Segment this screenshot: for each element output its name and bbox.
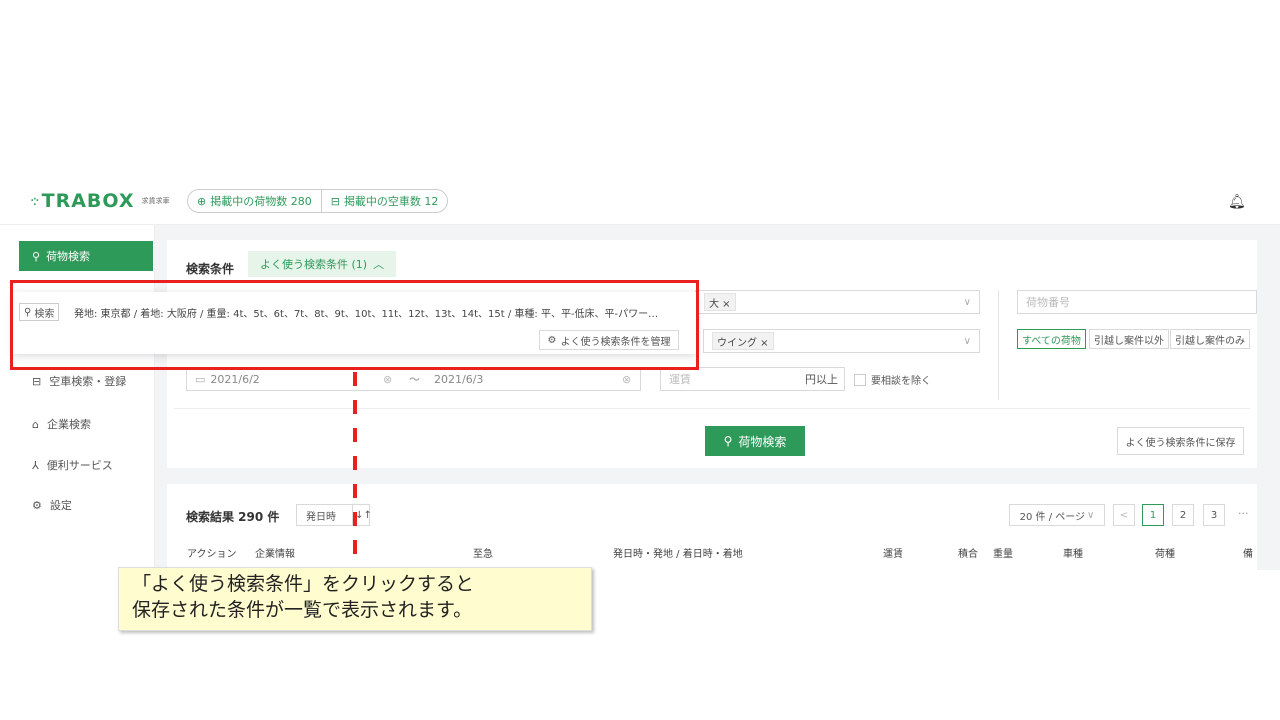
sidebar xyxy=(0,225,155,570)
column-header: 積合 xyxy=(958,549,978,560)
highlight-box xyxy=(10,280,699,370)
truck-count-label: 掲載中の空車数 12 xyxy=(343,195,439,208)
saved-conditions-label: よく使う検索条件 (1) xyxy=(260,258,368,271)
callout-line-1: 「よく使う検索条件」をクリックすると xyxy=(132,573,475,595)
bell-icon[interactable]: 🔔︎ xyxy=(1228,194,1246,210)
filter-moving-only[interactable]: 引越し案件のみ xyxy=(1170,329,1250,349)
search-conditions-title: 検索条件 xyxy=(186,262,235,276)
divider xyxy=(998,290,999,400)
exclude-negotiable-checkbox[interactable]: 要相談を除く xyxy=(854,372,931,387)
column-header: 至急 xyxy=(473,549,493,560)
logo-mark-icon: ·:· xyxy=(30,193,40,209)
date-to: 2021/6/3 xyxy=(434,372,484,386)
column-header: 備 xyxy=(1243,549,1253,560)
page-3-button[interactable]: 3 xyxy=(1203,504,1225,526)
per-page-select[interactable]: 20 件 / ページ ∨ xyxy=(1009,504,1105,526)
prev-page-button[interactable]: < xyxy=(1113,504,1135,526)
chevron-down-icon: ∨ xyxy=(963,335,971,347)
logo-subtext: 求貨求車 xyxy=(141,197,170,205)
save-conditions-button[interactable]: よく使う検索条件に保存 xyxy=(1117,427,1244,455)
clear-icon[interactable]: ⊗ xyxy=(383,373,392,386)
sort-label: 発日時 xyxy=(306,511,336,523)
search-icon: ⚲ xyxy=(723,434,733,448)
date-from: 2021/6/2 xyxy=(210,372,260,386)
truck-size-select[interactable]: 大 × ∨ xyxy=(695,290,980,314)
body-tag[interactable]: ウイング × xyxy=(712,332,774,350)
search-button-label: 荷物検索 xyxy=(738,434,787,449)
per-page-label: 20 件 / ページ xyxy=(1019,511,1086,523)
column-header: 荷種 xyxy=(1155,549,1175,560)
clear-icon[interactable]: ⊗ xyxy=(622,373,631,386)
saved-conditions-tab[interactable]: よく使う検索条件 (1) ︿ xyxy=(248,251,397,277)
filter-all-cargo[interactable]: すべての荷物 xyxy=(1017,329,1086,349)
chevron-down-icon: ∨ xyxy=(963,296,971,308)
sidebar-item-settings[interactable]: ⚙ 設定 xyxy=(32,497,72,513)
truck-icon: ⊟ xyxy=(330,194,340,208)
app-root: ·:· TRABOX 求貨求車 ⊕ 掲載中の荷物数 280 ⊟ 掲載中の空車数 … xyxy=(0,0,1280,720)
date-separator: ～ xyxy=(409,373,420,386)
checkbox-box xyxy=(854,373,866,386)
cargo-number-input[interactable]: 荷物番号 xyxy=(1017,290,1257,314)
size-tag[interactable]: 大 × xyxy=(704,293,736,311)
exclude-negotiable-label: 要相談を除く xyxy=(871,376,931,387)
column-header: 運賃 xyxy=(883,549,903,560)
filter-exclude-moving[interactable]: 引越し案件以外 xyxy=(1089,329,1169,349)
column-header: 企業情報 xyxy=(255,549,295,560)
column-header: 車種 xyxy=(1063,549,1083,560)
page-2-button[interactable]: 2 xyxy=(1172,504,1194,526)
home-icon: ⌂ xyxy=(32,417,39,431)
page-1-button[interactable]: 1 xyxy=(1142,504,1164,526)
sidebar-item-services[interactable]: ⅄ 便利サービス xyxy=(32,457,113,473)
sidebar-item-label: 荷物検索 xyxy=(46,250,91,263)
chevron-up-icon: ︿ xyxy=(373,258,385,271)
instruction-callout: 「よく使う検索条件」をクリックすると 保存された条件が一覧で表示されます。 xyxy=(118,567,592,631)
column-header: 発日時・発地 / 着日時・着地 xyxy=(613,549,743,560)
divider xyxy=(174,408,1250,409)
cargo-count-link[interactable]: ⊕ 掲載中の荷物数 280 xyxy=(188,190,321,212)
logo-text: TRABOX xyxy=(41,190,135,212)
date-range-picker[interactable]: ▭ 2021/6/2 ⊗ ～ 2021/6/3 ⊗ xyxy=(186,367,641,391)
network-icon: ⅄ xyxy=(32,458,39,472)
cargo-count-label: 掲載中の荷物数 280 xyxy=(210,195,312,208)
box-icon: ⊕ xyxy=(197,194,207,208)
more-pages-icon[interactable]: ··· xyxy=(1238,507,1249,520)
sidebar-item-label: 空車検索・登録 xyxy=(49,375,127,388)
callout-connector xyxy=(353,372,357,572)
listing-counts: ⊕ 掲載中の荷物数 280 ⊟ 掲載中の空車数 12 xyxy=(187,189,449,213)
sidebar-item-label: 便利サービス xyxy=(46,459,113,472)
results-count: 検索結果 290 件 xyxy=(186,510,280,524)
trabox-logo[interactable]: ·:· TRABOX 求貨求車 xyxy=(30,190,170,212)
chevron-down-icon: ∨ xyxy=(1087,509,1095,521)
fare-suffix: 円以上 xyxy=(805,373,838,386)
sidebar-item-label: 企業検索 xyxy=(46,418,91,431)
cargo-number-placeholder: 荷物番号 xyxy=(1026,296,1070,309)
sidebar-item-truck-search[interactable]: ⊟ 空車検索・登録 xyxy=(32,373,126,389)
calendar-icon: ▭ xyxy=(195,372,206,386)
search-icon: ⚲ xyxy=(32,249,41,263)
sidebar-item-company-search[interactable]: ⌂ 企業検索 xyxy=(32,416,91,432)
sidebar-item-cargo-search[interactable]: ⚲ 荷物検索 xyxy=(19,241,153,271)
column-header: アクション xyxy=(187,549,237,560)
column-header: 重量 xyxy=(993,549,1013,560)
truck-icon: ⊟ xyxy=(32,374,42,388)
fare-input[interactable]: 運賃 円以上 xyxy=(660,367,845,391)
truck-count-link[interactable]: ⊟ 掲載中の空車数 12 xyxy=(322,190,448,212)
gear-icon: ⚙ xyxy=(32,498,42,512)
fare-placeholder: 運賃 xyxy=(669,373,691,386)
sidebar-item-label: 設定 xyxy=(49,499,72,512)
truck-body-select[interactable]: ウイング × ∨ xyxy=(703,329,980,353)
cargo-search-button[interactable]: ⚲ 荷物検索 xyxy=(705,426,805,456)
callout-line-2: 保存された条件が一覧で表示されます。 xyxy=(132,599,473,621)
